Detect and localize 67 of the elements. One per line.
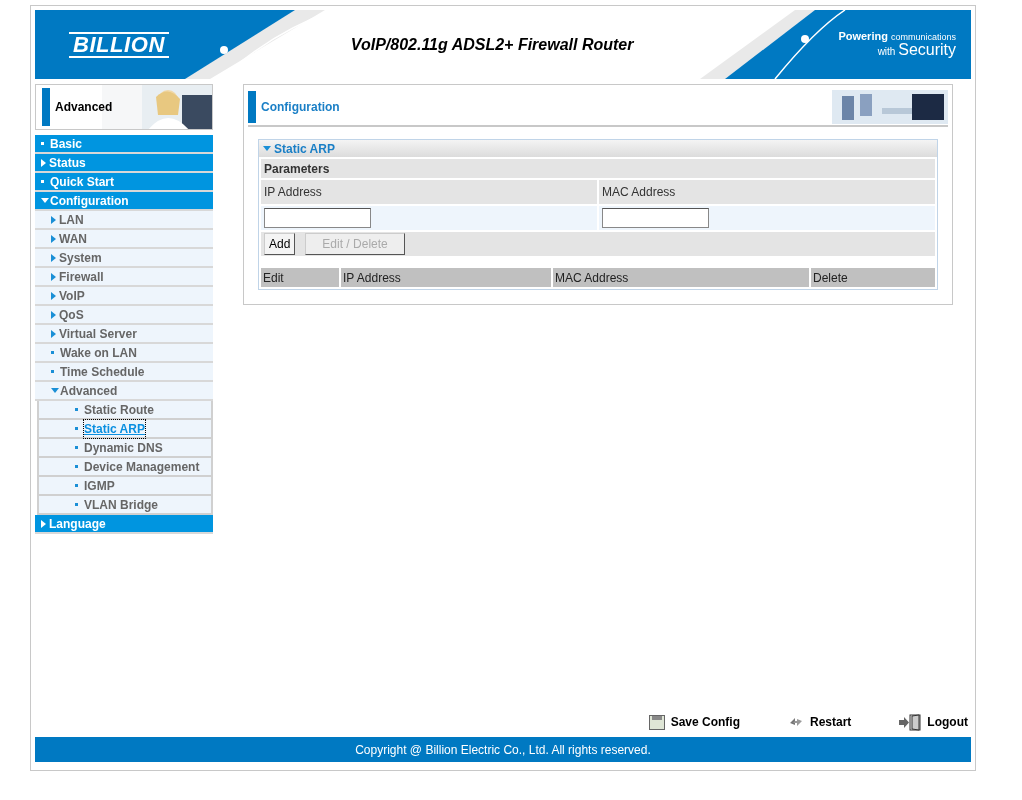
menu-item[interactable]: System: [35, 249, 213, 268]
menu-item[interactable]: WAN: [35, 230, 213, 249]
menu-item[interactable]: Quick Start: [35, 173, 213, 192]
menu-item[interactable]: Configuration: [35, 192, 213, 211]
caret-right-icon: [51, 253, 56, 262]
field-label: IP Address: [261, 180, 597, 204]
bullet-icon: [75, 503, 78, 506]
caret-right-icon: [51, 291, 56, 300]
menu-item[interactable]: Dynamic DNS: [37, 439, 213, 458]
panel-title: Configuration: [261, 99, 340, 116]
menu-item[interactable]: Advanced: [35, 382, 213, 401]
bullet-icon: [41, 180, 44, 183]
menu-item[interactable]: Status: [35, 154, 213, 173]
bullet-icon: [75, 446, 78, 449]
footer-bar: Copyright @ Billion Electric Co., Ltd. All rights reserved.: [35, 737, 971, 762]
bullet-icon: [75, 408, 78, 411]
toolbar-link[interactable]: Logout: [899, 713, 968, 731]
caret-right-icon: [41, 519, 46, 528]
menu-item[interactable]: Static ARP: [37, 420, 213, 439]
column-header: MAC Address: [553, 268, 809, 287]
caret-right-icon: [41, 158, 46, 167]
column-header: IP Address: [341, 268, 551, 287]
menu-item[interactable]: Virtual Server: [35, 325, 213, 344]
tagline: Powering communications: [838, 31, 956, 42]
accent-bar: [42, 88, 50, 126]
form-button[interactable]: Add: [264, 233, 296, 255]
caret-down-icon: [41, 198, 49, 203]
logo: BILLION: [69, 31, 169, 58]
menu-item[interactable]: Device Management: [37, 458, 213, 477]
column-header: Delete: [811, 268, 935, 287]
section-subtitle: Parameters: [261, 159, 935, 178]
input-field[interactable]: [602, 208, 709, 228]
menu-item[interactable]: VLAN Bridge: [37, 496, 213, 515]
toolbar-link[interactable]: Restart: [788, 713, 852, 731]
menu-item[interactable]: Basic: [35, 135, 213, 154]
menu-item[interactable]: Time Schedule: [35, 363, 213, 382]
menu-item[interactable]: VoIP: [35, 287, 213, 306]
exit-door-icon: [899, 713, 922, 731]
bullet-icon: [41, 142, 44, 145]
menu-item[interactable]: QoS: [35, 306, 213, 325]
toolbar-link[interactable]: Save Config: [648, 713, 740, 731]
bullet-icon: [75, 427, 78, 430]
tagline: with Security: [877, 42, 956, 58]
menu-item[interactable]: Language: [35, 515, 213, 534]
caret-right-icon: [51, 272, 56, 281]
menu-item[interactable]: Static Route: [37, 401, 213, 420]
caret-right-icon: [51, 310, 56, 319]
caret-down-icon: [51, 388, 59, 393]
bullet-icon: [51, 351, 54, 354]
column-header: Edit: [261, 268, 339, 287]
menu-item[interactable]: Wake on LAN: [35, 344, 213, 363]
menu-item[interactable]: IGMP: [37, 477, 213, 496]
section-header[interactable]: Static ARP: [259, 140, 937, 157]
input-field[interactable]: [264, 208, 371, 228]
bullet-icon: [51, 370, 54, 373]
bullet-icon: [75, 484, 78, 487]
caret-right-icon: [51, 234, 56, 243]
caret-right-icon: [51, 215, 56, 224]
bullet-icon: [75, 465, 78, 468]
field-label: MAC Address: [599, 180, 935, 204]
accent-bar: [248, 91, 256, 123]
caret-right-icon: [51, 329, 56, 338]
caret-down-icon: [263, 146, 271, 151]
menu-item[interactable]: LAN: [35, 211, 213, 230]
sidebar-title: Advanced: [55, 99, 113, 116]
menu-item[interactable]: Firewall: [35, 268, 213, 287]
window-title: VoIP/802.11g ADSL2+ Firewall Router: [350, 34, 634, 55]
